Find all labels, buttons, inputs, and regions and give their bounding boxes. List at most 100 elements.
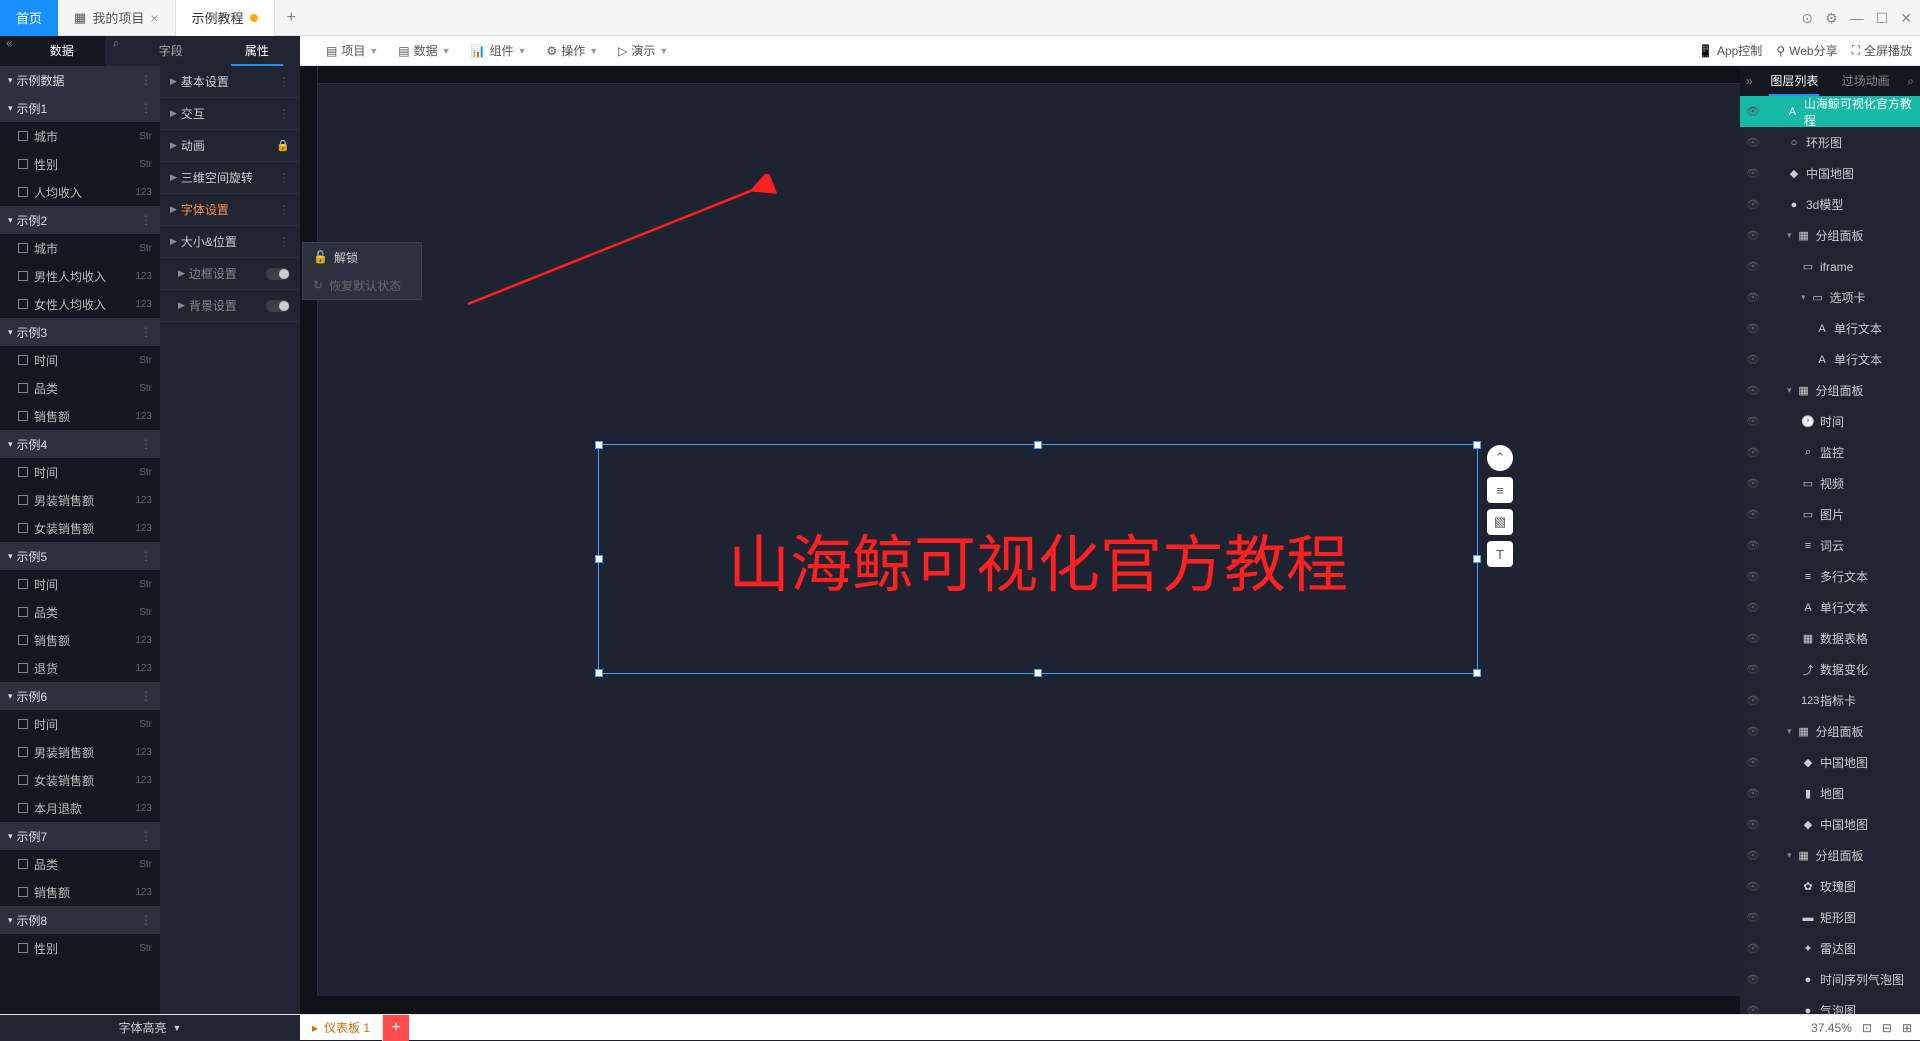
add-tab-button[interactable]: +	[275, 9, 308, 27]
layer-row[interactable]: 👁123指标卡	[1740, 685, 1920, 716]
checkbox-icon[interactable]	[18, 635, 28, 645]
visibility-icon[interactable]: 👁	[1746, 446, 1760, 459]
ctx-unlock[interactable]: 🔓解锁	[303, 243, 421, 271]
data-field-row[interactable]: 时间Str	[0, 458, 160, 486]
visibility-icon[interactable]: 👁	[1746, 849, 1760, 862]
layers-tab-list[interactable]: 图层列表	[1759, 66, 1830, 96]
data-field-row[interactable]: 女性人均收入123	[0, 290, 160, 318]
visibility-icon[interactable]: 👁	[1746, 694, 1760, 707]
data-group-header[interactable]: ▾示例5⋮	[0, 542, 160, 570]
visibility-icon[interactable]: 👁	[1746, 601, 1760, 614]
layer-row[interactable]: 👁✦雷达图	[1740, 933, 1920, 964]
resize-handle[interactable]	[1473, 669, 1481, 677]
checkbox-icon[interactable]	[18, 187, 28, 197]
visibility-icon[interactable]: 👁	[1746, 539, 1760, 552]
layers-tab-anim[interactable]: 过场动画	[1830, 66, 1901, 96]
more-icon[interactable]: ⋮	[140, 325, 152, 339]
layer-row[interactable]: 👁◆中国地图	[1740, 158, 1920, 189]
data-group-header[interactable]: ▾示例4⋮	[0, 430, 160, 458]
resize-handle[interactable]	[1034, 441, 1042, 449]
more-icon[interactable]: ⋮	[140, 73, 152, 87]
visibility-icon[interactable]: 👁	[1746, 570, 1760, 583]
checkbox-icon[interactable]	[18, 719, 28, 729]
ctx-reset[interactable]: ↻恢复默认状态	[303, 271, 421, 299]
layer-row[interactable]: 👁⤴数据变化	[1740, 654, 1920, 685]
layer-row[interactable]: 👁▾▦分组面板	[1740, 840, 1920, 871]
layer-row[interactable]: 👁A山海鲸可视化官方教程	[1740, 96, 1920, 127]
visibility-icon[interactable]: 👁	[1746, 756, 1760, 769]
checkbox-icon[interactable]	[18, 579, 28, 589]
visibility-icon[interactable]: 👁	[1746, 136, 1760, 149]
data-field-row[interactable]: 时间Str	[0, 570, 160, 598]
layer-row[interactable]: 👁▾▦分组面板	[1740, 375, 1920, 406]
maximize-icon[interactable]: ☐	[1876, 10, 1889, 27]
resize-handle[interactable]	[1473, 441, 1481, 449]
tab-home[interactable]: 首页	[0, 0, 58, 36]
more-icon[interactable]: ⋮	[140, 437, 152, 451]
data-field-row[interactable]: 性别Str	[0, 150, 160, 178]
tab-tutorial[interactable]: 示例教程	[176, 0, 275, 36]
close-icon[interactable]: ×	[150, 10, 158, 26]
collapse-left-icon[interactable]: «	[0, 36, 19, 66]
data-field-row[interactable]: 退货123	[0, 654, 160, 682]
fit-icon[interactable]: ⊡	[1862, 1021, 1872, 1035]
layer-row[interactable]: 👁A单行文本	[1740, 313, 1920, 344]
data-field-row[interactable]: 男装销售额123	[0, 738, 160, 766]
visibility-icon[interactable]: 👁	[1746, 818, 1760, 831]
menu-operate[interactable]: ⚙操作▼	[538, 42, 606, 59]
resize-handle[interactable]	[595, 669, 603, 677]
layer-row[interactable]: 👁▾▭选项卡	[1740, 282, 1920, 313]
data-group-header[interactable]: ▾示例2⋮	[0, 206, 160, 234]
layer-row[interactable]: 👁⌕监控	[1740, 437, 1920, 468]
resize-handle[interactable]	[595, 441, 603, 449]
selected-element[interactable]: 山海鲸可视化官方教程 ⌃ ≡ ▧ T	[598, 444, 1478, 674]
layer-row[interactable]: 👁▾▦分组面板	[1740, 220, 1920, 251]
tool-layers[interactable]: ≡	[1487, 477, 1513, 503]
visibility-icon[interactable]: 👁	[1746, 973, 1760, 986]
collapse-right-icon[interactable]: »	[1740, 74, 1759, 88]
resize-handle[interactable]	[1473, 555, 1481, 563]
menu-present[interactable]: ▷演示▼	[610, 42, 676, 59]
prop-anim[interactable]: ▶动画🔒	[160, 130, 300, 162]
layer-row[interactable]: 👁◆中国地图	[1740, 809, 1920, 840]
checkbox-icon[interactable]	[18, 299, 28, 309]
data-field-row[interactable]: 品类Str	[0, 374, 160, 402]
web-share-button[interactable]: ⚲Web分享	[1776, 42, 1837, 59]
search-icon[interactable]: ⌕	[1901, 74, 1920, 89]
zoom-in-icon[interactable]: ⊞	[1902, 1021, 1912, 1035]
more-icon[interactable]: ⋮	[278, 171, 290, 185]
checkbox-icon[interactable]	[18, 411, 28, 421]
visibility-icon[interactable]: 👁	[1746, 415, 1760, 428]
layer-row[interactable]: 👁▭视频	[1740, 468, 1920, 499]
app-control-button[interactable]: 📱App控制	[1698, 42, 1762, 59]
resize-handle[interactable]	[1034, 669, 1042, 677]
canvas[interactable]: 山海鲸可视化官方教程 ⌃ ≡ ▧ T	[300, 66, 1740, 1014]
visibility-icon[interactable]: 👁	[1746, 353, 1760, 366]
layer-row[interactable]: 👁▭图片	[1740, 499, 1920, 530]
layer-row[interactable]: 👁◆中国地图	[1740, 747, 1920, 778]
zoom-level[interactable]: 37.45%	[1811, 1021, 1852, 1035]
more-icon[interactable]: ⋮	[140, 689, 152, 703]
checkbox-icon[interactable]	[18, 803, 28, 813]
visibility-icon[interactable]: 👁	[1746, 384, 1760, 397]
visibility-icon[interactable]: 👁	[1746, 198, 1760, 211]
prop-basic[interactable]: ▶基本设置⋮	[160, 66, 300, 98]
prop-rotate3d[interactable]: ▶三维空间旋转⋮	[160, 162, 300, 194]
data-field-row[interactable]: 时间Str	[0, 346, 160, 374]
data-field-row[interactable]: 时间Str	[0, 710, 160, 738]
layer-row[interactable]: 👁▮地图	[1740, 778, 1920, 809]
layer-row[interactable]: 👁≡词云	[1740, 530, 1920, 561]
visibility-icon[interactable]: 👁	[1746, 880, 1760, 893]
visibility-icon[interactable]: 👁	[1746, 508, 1760, 521]
layer-row[interactable]: 👁●时间序列气泡图	[1740, 964, 1920, 995]
checkbox-icon[interactable]	[18, 663, 28, 673]
layer-row[interactable]: 👁▬矩形图	[1740, 902, 1920, 933]
visibility-icon[interactable]: 👁	[1746, 322, 1760, 335]
visibility-icon[interactable]: 👁	[1746, 291, 1760, 304]
more-icon[interactable]: ⋮	[278, 203, 290, 217]
tab-projects[interactable]: ▦我的项目×	[58, 0, 176, 36]
checkbox-icon[interactable]	[18, 383, 28, 393]
layer-row[interactable]: 👁●3d模型	[1740, 189, 1920, 220]
data-field-row[interactable]: 男性人均收入123	[0, 262, 160, 290]
left-tab-data[interactable]: 数据	[19, 36, 105, 66]
